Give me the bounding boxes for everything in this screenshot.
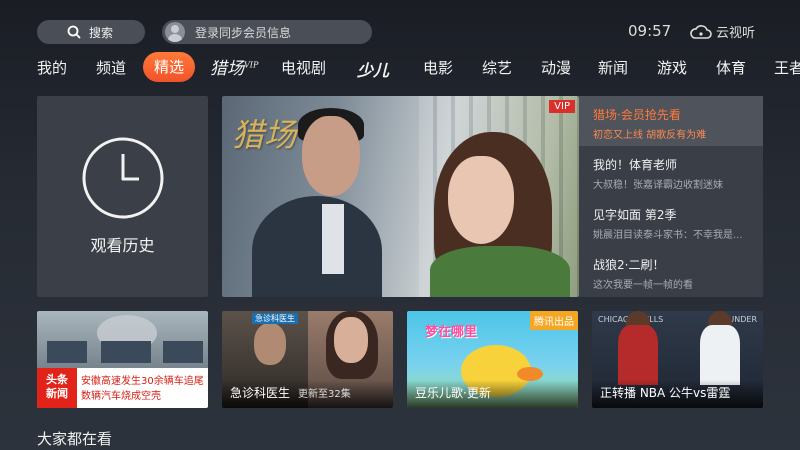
hero-figure-woman-coat xyxy=(430,246,570,297)
tencent-badge: 腾讯出品 xyxy=(530,311,578,330)
news-image-truck xyxy=(101,341,151,363)
player-thunder xyxy=(700,325,740,385)
hero-figure-woman-face xyxy=(448,156,514,244)
recommendation-title: 见字如面 第2季 xyxy=(593,208,677,222)
category-nav: 我的 频道 精选 猎场VIP 电视剧 少儿 电影 综艺 动漫 新闻 游戏 体育 … xyxy=(0,52,800,84)
kids-art-title: 梦在哪里 xyxy=(425,325,478,340)
nav-item-kings[interactable]: 王者 xyxy=(774,57,800,78)
nav-item-anime[interactable]: 动漫 xyxy=(541,57,571,78)
avatar xyxy=(165,22,185,42)
hero-figure-man-shirt xyxy=(322,204,344,274)
recommendation-item[interactable]: 我的！体育老师 大叔稳！张嘉译霸边收割迷妹 xyxy=(579,146,763,196)
recommendation-title: 我的！体育老师 xyxy=(593,158,678,172)
nav-item-mine[interactable]: 我的 xyxy=(37,57,67,78)
drama-figure-doctor xyxy=(254,323,286,365)
toutiao-news-badge: 头条 新闻 xyxy=(37,368,77,408)
news-tile[interactable]: 头条 新闻 安徽高速发生30余辆车追尾 数辆汽车烧成空壳 xyxy=(37,311,208,408)
search-button[interactable]: 搜索 xyxy=(37,20,145,44)
badge-line-1: 头条 xyxy=(46,373,68,386)
nav-item-channels[interactable]: 频道 xyxy=(96,57,126,78)
search-label: 搜索 xyxy=(89,25,114,40)
drama-logo-tag: 急诊科医生 xyxy=(252,313,298,324)
search-icon xyxy=(67,25,81,39)
cloud-icon xyxy=(690,24,712,39)
section-title: 大家都在看 xyxy=(37,430,113,448)
tile-title: 豆乐儿歌·更新 xyxy=(415,386,491,400)
recommendation-list: 猎场·会员抢先看 初恋又上线 胡歌反有为难 我的！体育老师 大叔稳！张嘉译霸边收… xyxy=(579,96,763,297)
recommendation-item[interactable]: 战狼2·二刷！ 这次我要一帧一帧的看 xyxy=(579,246,763,296)
nav-item-featured[interactable]: 精选 xyxy=(143,52,196,82)
watch-history-card[interactable]: 观看历史 xyxy=(37,96,208,297)
brand-name: 云视听 xyxy=(716,26,756,41)
top-bar: 搜索 登录同步会员信息 09:57 云视听 xyxy=(0,0,800,50)
tile-caption: 豆乐儿歌·更新 xyxy=(407,380,578,408)
nav-item-news[interactable]: 新闻 xyxy=(598,57,628,78)
recommendation-title: 猎场·会员抢先看 xyxy=(593,108,681,122)
recommendation-subtitle: 姚晨泪目读泰斗家书：不幸我是... xyxy=(593,230,743,241)
tile-caption: 正转播 NBA 公牛vs雷霆 xyxy=(592,380,763,408)
sports-tile[interactable]: CHICAGO BULLS THUNDER 正转播 NBA 公牛vs雷霆 xyxy=(592,311,763,408)
hero-figure-man-face xyxy=(302,116,360,196)
recommendation-title: 战狼2·二刷！ xyxy=(593,258,665,272)
drama-figure-woman xyxy=(334,317,368,363)
nav-item-games[interactable]: 游戏 xyxy=(657,57,687,78)
clock: 09:57 xyxy=(628,22,672,40)
tile-title: 正转播 NBA 公牛vs雷霆 xyxy=(600,386,731,400)
news-image-truck xyxy=(163,341,203,363)
hero-show-logo: 猎场 xyxy=(232,116,297,154)
login-button[interactable]: 登录同步会员信息 xyxy=(162,20,372,44)
clock-icon xyxy=(82,137,164,219)
hero-banner[interactable]: 猎场 VIP xyxy=(222,96,579,297)
nav-item-tv-drama[interactable]: 电视剧 xyxy=(281,57,326,78)
news-image-truck xyxy=(47,341,87,363)
hero-figure-man xyxy=(252,196,382,297)
watch-history-label: 观看历史 xyxy=(90,236,155,255)
news-headline: 安徽高速发生30余辆车追尾 数辆汽车烧成空壳 xyxy=(81,376,204,402)
drama-tile[interactable]: 急诊科医生 急诊科医生 更新至32集 xyxy=(222,311,393,408)
nav-item-movies[interactable]: 电影 xyxy=(423,57,453,78)
vip-badge: VIP xyxy=(549,100,575,113)
recommendation-item[interactable]: 见字如面 第2季 姚晨泪目读泰斗家书：不幸我是... xyxy=(579,196,763,246)
recommendation-item[interactable]: 猎场·会员抢先看 初恋又上线 胡歌反有为难 xyxy=(579,96,763,146)
badge-line-2: 新闻 xyxy=(46,387,68,400)
tile-caption: 急诊科医生 更新至32集 xyxy=(222,380,393,408)
player-bulls xyxy=(618,325,658,385)
nav-item-liechang[interactable]: 猎场VIP xyxy=(210,54,258,79)
login-label: 登录同步会员信息 xyxy=(195,25,292,40)
tile-title: 急诊科医生 xyxy=(230,386,291,400)
nav-item-sports[interactable]: 体育 xyxy=(716,57,746,78)
duck-bill xyxy=(517,367,543,381)
nav-item-liechang-label: 猎场 xyxy=(210,59,244,79)
recommendation-subtitle: 初恋又上线 胡歌反有为难 xyxy=(593,130,707,141)
tile-subtitle: 更新至32集 xyxy=(298,389,351,400)
nav-item-variety[interactable]: 综艺 xyxy=(482,57,512,78)
recommendation-subtitle: 这次我要一帧一帧的看 xyxy=(593,280,693,291)
kids-tile[interactable]: 梦在哪里 腾讯出品 豆乐儿歌·更新 xyxy=(407,311,578,408)
nav-item-kids[interactable]: 少儿 xyxy=(357,57,389,81)
recommendation-subtitle: 大叔稳！张嘉译霸边收割迷妹 xyxy=(593,180,723,191)
brand-logo: 云视听 xyxy=(690,22,755,41)
vip-mark: VIP xyxy=(244,60,259,70)
